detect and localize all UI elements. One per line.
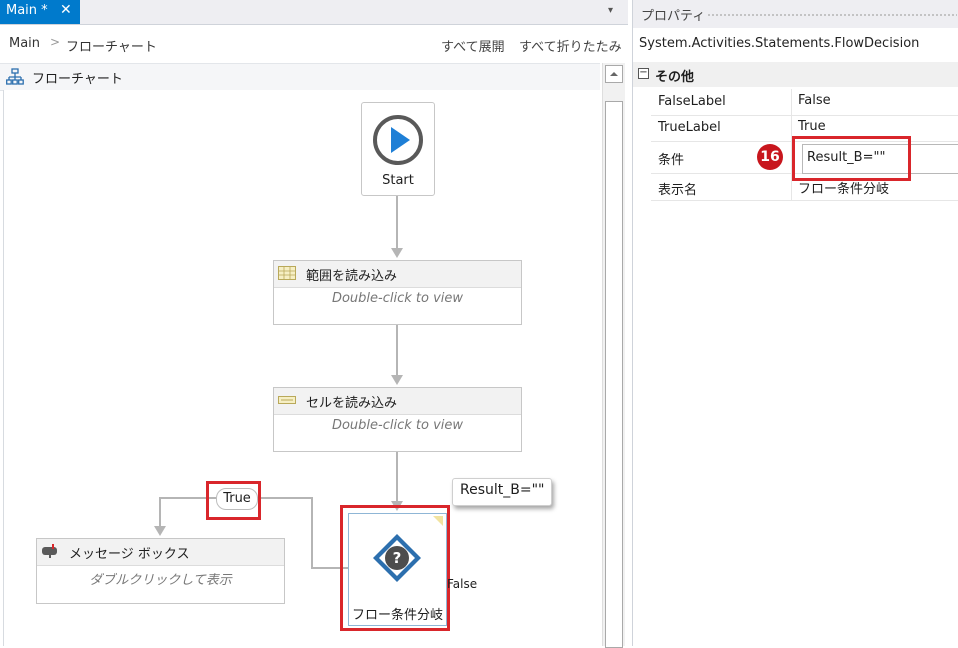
activity-read-range[interactable]: 範囲を読み込み Double-click to view	[273, 260, 522, 325]
arrow-head	[391, 375, 403, 385]
property-name: 表示名	[658, 183, 698, 198]
activity-header: 範囲を読み込み	[274, 261, 521, 288]
highlight-box-true	[206, 481, 261, 520]
activity-placeholder: Double-click to view	[331, 291, 464, 306]
activity-title: 範囲を読み込み	[306, 269, 398, 284]
grip-dots	[707, 13, 957, 17]
chevron-up-icon	[610, 72, 618, 76]
start-label: Start	[382, 173, 414, 188]
property-name: TrueLabel	[658, 120, 721, 135]
false-branch-label[interactable]: False	[447, 577, 477, 591]
condition-tooltip: Result_B=""	[452, 478, 552, 506]
activity-placeholder: ダブルクリックして表示	[89, 573, 232, 588]
activity-placeholder: Double-click to view	[331, 418, 464, 433]
properties-panel: プロパティ System.Activities.Statements.FlowD…	[632, 0, 958, 646]
property-row-falselabel[interactable]: FalseLabel False	[651, 89, 958, 116]
arrow-head	[391, 248, 403, 258]
excel-cell-icon	[278, 396, 296, 404]
column-divider	[791, 89, 792, 115]
category-label: その他	[655, 70, 695, 85]
step-number-badge: 16	[757, 144, 783, 170]
activity-header: メッセージ ボックス	[37, 539, 284, 566]
highlight-box-condition	[792, 136, 911, 181]
property-name: FalseLabel	[658, 94, 726, 109]
activity-header: セルを読み込み	[274, 388, 521, 415]
activity-read-cell[interactable]: セルを読み込み Double-click to view	[273, 387, 522, 452]
property-value[interactable]: False	[798, 93, 831, 108]
scroll-thumb[interactable]	[605, 101, 623, 648]
activity-message-box[interactable]: メッセージ ボックス ダブルクリックして表示	[36, 538, 285, 604]
property-name: 条件	[658, 153, 685, 168]
scroll-up-button[interactable]	[605, 65, 623, 83]
category-other[interactable]: − その他	[633, 62, 958, 87]
activity-title: メッセージ ボックス	[69, 547, 190, 562]
workflow-designer: Main * ✕ ▾ Main > フローチャート すべて展開 すべて折りたたみ…	[0, 0, 628, 648]
property-value[interactable]: True	[798, 119, 826, 134]
properties-title: プロパティ	[641, 9, 706, 24]
activity-title: セルを読み込み	[306, 396, 398, 411]
condition-tooltip-text: Result_B=""	[460, 482, 545, 498]
collapse-icon[interactable]: −	[638, 68, 649, 79]
play-icon	[373, 115, 423, 165]
mailbox-icon	[42, 544, 57, 558]
selected-type-name: System.Activities.Statements.FlowDecisio…	[639, 36, 920, 51]
start-node[interactable]: Start	[361, 102, 435, 196]
arrow-head	[154, 526, 166, 536]
properties-title-bar: プロパティ	[633, 0, 958, 28]
excel-range-icon	[278, 266, 296, 280]
vertical-scrollbar[interactable]	[602, 63, 625, 648]
highlight-box-decision	[340, 505, 450, 631]
